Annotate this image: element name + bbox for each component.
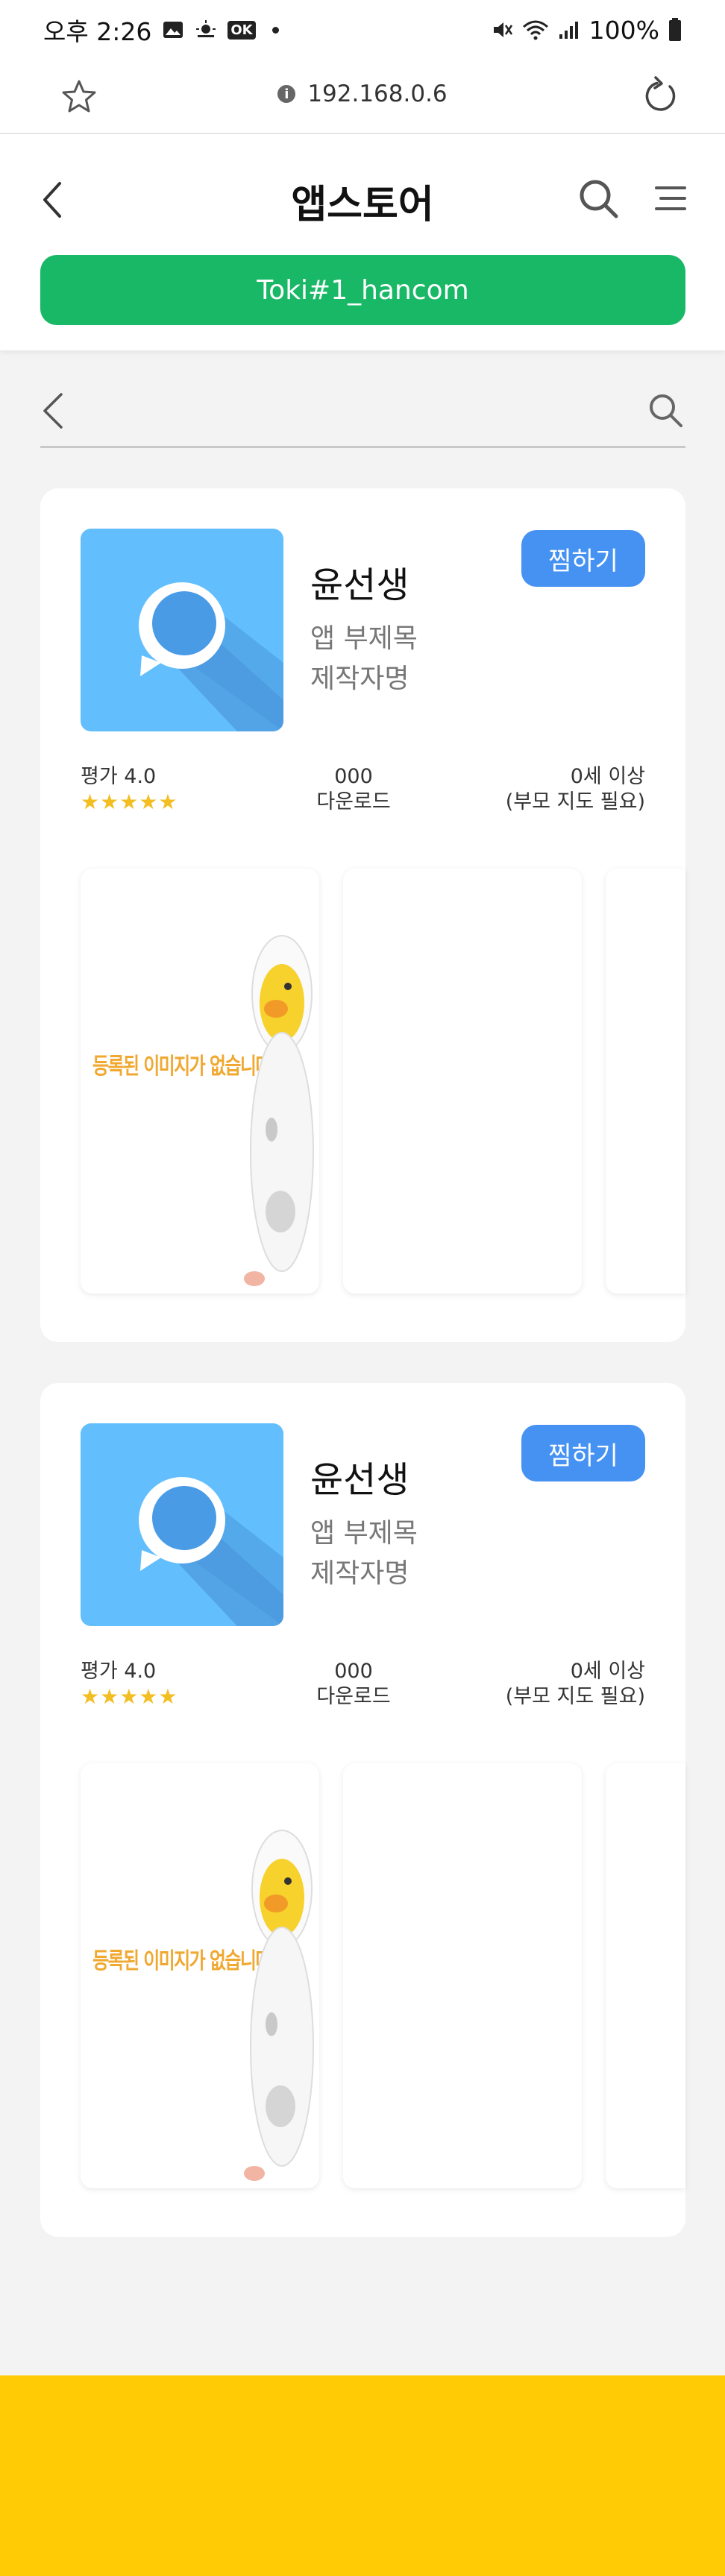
signal-icon	[559, 22, 578, 39]
app-header: 앱스토어 Toki#1_hancom	[0, 134, 725, 350]
app-card[interactable]: 윤선생 앱 부제목 제작자명 찜하기 평가 4.0 ★★★★★ 000 다운로드…	[40, 488, 685, 1342]
downloads-count: 000	[334, 1660, 373, 1683]
site-info-icon[interactable]: i	[277, 85, 296, 103]
age-rating-block: 0세 이상 (부모 지도 필요)	[506, 764, 645, 815]
downloads-label: 다운로드	[316, 790, 391, 813]
rating-label: 평가 4.0	[81, 765, 157, 788]
browser-url-bar: i 192.168.0.6	[0, 60, 725, 134]
rating-stars-icon: ★★★★★	[81, 790, 178, 814]
gallery-icon	[163, 22, 183, 38]
search-row	[40, 377, 685, 448]
wish-button[interactable]: 찜하기	[521, 530, 645, 587]
app-card[interactable]: 윤선생 앱 부제목 제작자명 찜하기 평가 4.0 ★★★★★ 000 다운로드…	[40, 1383, 685, 2237]
wish-button[interactable]: 찜하기	[521, 1425, 645, 1481]
age-rating: 0세 이상	[570, 1660, 645, 1683]
search-submit-icon[interactable]	[645, 390, 685, 430]
app-maker: 제작자명	[310, 664, 409, 694]
age-rating-note: (부모 지도 필요)	[505, 790, 645, 813]
downloads-block: 000 다운로드	[294, 1659, 413, 1710]
chat-bubble-icon	[139, 1477, 283, 1626]
status-bar-right: 100%	[491, 16, 682, 45]
app-icon[interactable]	[81, 1423, 283, 1626]
downloads-count: 000	[334, 765, 373, 788]
wifi-icon	[522, 20, 548, 40]
user-account-button[interactable]: Toki#1_hancom	[40, 255, 685, 325]
reload-icon[interactable]	[640, 76, 680, 116]
mascot-character-icon	[244, 1830, 314, 2181]
downloads-block: 000 다운로드	[294, 764, 413, 815]
age-rating-block: 0세 이상 (부모 지도 필요)	[506, 1659, 645, 1710]
screenshot-placeholder[interactable]: 등록된 이미지가 없습니다	[81, 869, 319, 1294]
screenshot-placeholder[interactable]	[343, 869, 582, 1294]
url-text: 192.168.0.6	[307, 81, 448, 107]
battery-percent: 100%	[589, 15, 659, 45]
status-time: 오후 2:26	[43, 17, 152, 46]
search-back-icon[interactable]	[40, 391, 66, 430]
url-display[interactable]: i 192.168.0.6	[0, 81, 725, 107]
app-icon[interactable]	[81, 529, 283, 731]
app-subtitle: 앱 부제목	[310, 623, 418, 654]
app-maker: 제작자명	[310, 1558, 409, 1589]
age-rating-note: (부모 지도 필요)	[505, 1685, 645, 1708]
app-name: 윤선생	[310, 1459, 409, 1501]
status-bar-left: 오후 2:26 OK	[43, 12, 279, 48]
battery-icon	[669, 18, 681, 41]
rating-block: 평가 4.0 ★★★★★	[81, 764, 178, 815]
screenshot-placeholder[interactable]	[343, 1763, 582, 2188]
rating-label: 평가 4.0	[81, 1660, 157, 1683]
screenshot-placeholder[interactable]	[606, 1763, 685, 2188]
app-subtitle: 앱 부제목	[310, 1518, 418, 1549]
mascot-character-icon	[244, 935, 314, 1286]
weather-icon	[196, 20, 216, 37]
screenshot-placeholder[interactable]	[606, 869, 685, 1294]
notification-dot-icon	[272, 26, 279, 34]
screenshot-placeholder[interactable]: 등록된 이미지가 없습니다	[81, 1763, 319, 2188]
downloads-label: 다운로드	[316, 1685, 391, 1708]
chat-bubble-icon	[139, 582, 283, 731]
age-rating: 0세 이상	[570, 765, 645, 788]
menu-icon[interactable]	[653, 183, 688, 213]
ok-badge-icon: OK	[227, 20, 256, 40]
search-icon[interactable]	[576, 176, 621, 221]
status-bar: 오후 2:26 OK 100%	[0, 0, 725, 60]
bottom-banner	[0, 2375, 725, 2576]
mute-icon	[493, 22, 512, 37]
rating-block: 평가 4.0 ★★★★★	[81, 1659, 178, 1710]
app-name: 윤선생	[310, 564, 409, 606]
rating-stars-icon: ★★★★★	[81, 1684, 178, 1709]
